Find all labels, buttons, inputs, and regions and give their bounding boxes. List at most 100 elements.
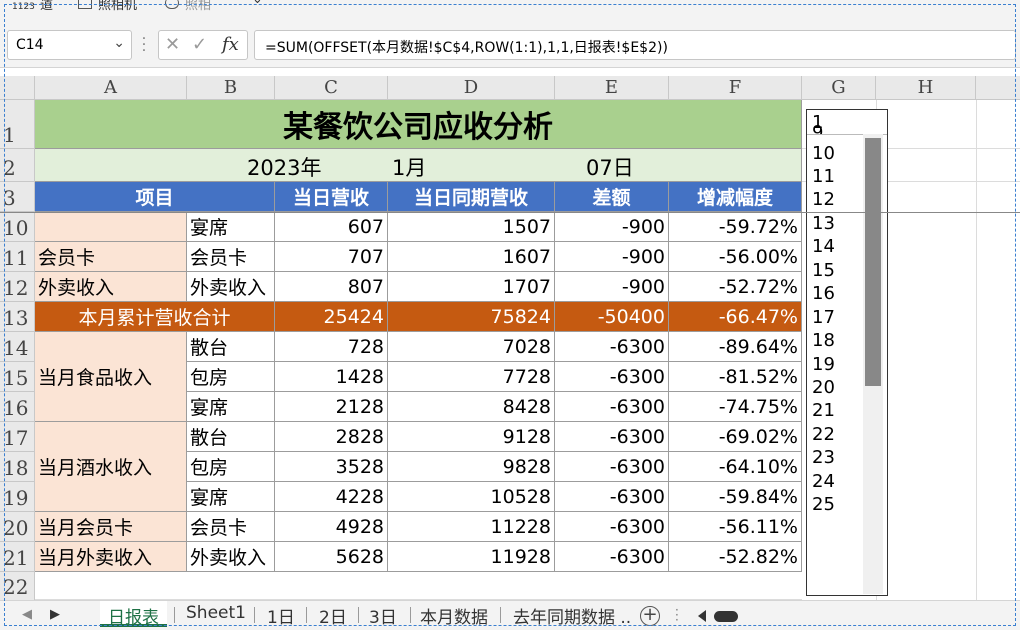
camera-icon[interactable]	[78, 0, 92, 9]
chevron-down-icon[interactable]: ⌄	[113, 35, 125, 51]
row14-change-rate[interactable]: -89.64%	[669, 332, 802, 362]
row20-change-rate[interactable]: -56.11%	[669, 512, 802, 542]
list-item[interactable]: 22	[812, 424, 835, 445]
row-header-16[interactable]: 16	[0, 392, 35, 422]
row11-prior-revenue[interactable]: 1607	[388, 242, 555, 272]
row-header-21[interactable]: 21	[0, 542, 35, 572]
row14-daily-revenue[interactable]: 728	[275, 332, 388, 362]
row10-daily-revenue[interactable]: 607	[275, 212, 388, 242]
row14-difference[interactable]: -6300	[555, 332, 669, 362]
row15-prior-revenue[interactable]: 7728	[388, 362, 555, 392]
tab-daily-report[interactable]: 日报表	[100, 601, 167, 628]
ribbon-label-camera-2[interactable]: 照相	[185, 0, 211, 13]
row-header-15[interactable]: 15	[0, 362, 35, 392]
list-item[interactable]: 12	[812, 189, 835, 210]
row-header-11[interactable]: 11	[0, 242, 35, 272]
list-scroll-thumb[interactable]	[865, 138, 881, 386]
tab-scroll-left-icon[interactable]: ◀	[22, 607, 32, 622]
list-item[interactable]: 17	[812, 307, 835, 328]
row-header-22[interactable]: 22	[0, 572, 35, 600]
list-item[interactable]: 9	[812, 122, 823, 134]
row21-subitem[interactable]: 外卖收入	[187, 542, 275, 572]
column-header-h[interactable]: H	[876, 76, 976, 100]
row-header-14[interactable]: 14	[0, 332, 35, 362]
horizontal-scroll-thumb[interactable]	[714, 611, 738, 622]
list-item[interactable]: 10	[812, 143, 835, 164]
row17-prior-revenue[interactable]: 9128	[388, 422, 555, 452]
row14-prior-revenue[interactable]: 7028	[388, 332, 555, 362]
ribbon-label-dao[interactable]: 道	[40, 0, 53, 13]
cancel-icon[interactable]: ✕	[165, 34, 180, 55]
list-item[interactable]: 25	[812, 494, 835, 515]
add-sheet-icon[interactable]: +	[640, 606, 660, 626]
row-header-17[interactable]: 17	[0, 422, 35, 452]
row19-subitem[interactable]: 宴席	[187, 482, 275, 512]
row12-subitem[interactable]: 外卖收入	[187, 272, 275, 302]
report-title[interactable]: 某餐饮公司应收分析	[35, 100, 802, 149]
drag-handle-icon[interactable]: · · ·	[140, 32, 148, 58]
header-daily-revenue[interactable]: 当日营收	[275, 182, 388, 212]
monthly-total-daily-revenue[interactable]: 25424	[275, 302, 388, 332]
row15-difference[interactable]: -6300	[555, 362, 669, 392]
food-income-label[interactable]: 当月食品收入	[35, 332, 187, 422]
row10-subitem[interactable]: 宴席	[187, 212, 275, 242]
row12-item[interactable]: 外卖收入	[35, 272, 187, 302]
column-header-f[interactable]: F	[669, 76, 802, 100]
list-item[interactable]: 19	[812, 354, 835, 375]
list-item[interactable]: 23	[812, 447, 835, 468]
row19-difference[interactable]: -6300	[555, 482, 669, 512]
header-prior-year-revenue[interactable]: 当日同期营收	[388, 182, 555, 212]
row21-difference[interactable]: -6300	[555, 542, 669, 572]
beverage-income-label[interactable]: 当月酒水收入	[35, 422, 187, 512]
column-header-a[interactable]: A	[35, 76, 187, 100]
tab-scroll-right-icon[interactable]: ▶	[50, 607, 60, 622]
monthly-total-change-rate[interactable]: -66.47%	[669, 302, 802, 332]
list-item[interactable]: 15	[812, 260, 835, 281]
list-item[interactable]: 20	[812, 377, 835, 398]
insert-function-icon[interactable]: fx	[222, 34, 239, 55]
ribbon-label-camera[interactable]: 照相机	[98, 0, 137, 13]
brush-icon[interactable]	[165, 0, 179, 9]
row-header-2[interactable]: 2	[0, 149, 35, 182]
drag-handle-icon[interactable]: · · ·	[675, 604, 681, 626]
row16-difference[interactable]: -6300	[555, 392, 669, 422]
column-header-e[interactable]: E	[555, 76, 669, 100]
row14-subitem[interactable]: 散台	[187, 332, 275, 362]
row11-change-rate[interactable]: -56.00%	[669, 242, 802, 272]
monthly-total-prior-revenue[interactable]: 75824	[388, 302, 555, 332]
row17-change-rate[interactable]: -69.02%	[669, 422, 802, 452]
row18-daily-revenue[interactable]: 3528	[275, 452, 388, 482]
row19-change-rate[interactable]: -59.84%	[669, 482, 802, 512]
row10-difference[interactable]: -900	[555, 212, 669, 242]
row-header-20[interactable]: 20	[0, 512, 35, 542]
row19-prior-revenue[interactable]: 10528	[388, 482, 555, 512]
header-change-rate[interactable]: 增减幅度	[669, 182, 802, 212]
row15-subitem[interactable]: 包房	[187, 362, 275, 392]
row-header-19[interactable]: 19	[0, 482, 35, 512]
list-item[interactable]: 18	[812, 330, 835, 351]
column-header-c[interactable]: C	[275, 76, 388, 100]
row11-item[interactable]: 会员卡	[35, 242, 187, 272]
row-header-10[interactable]: 10	[0, 212, 35, 242]
row12-prior-revenue[interactable]: 1707	[388, 272, 555, 302]
row18-change-rate[interactable]: -64.10%	[669, 452, 802, 482]
column-header-d[interactable]: D	[388, 76, 555, 100]
list-item[interactable]: 16	[812, 283, 835, 304]
tab-day-3[interactable]: 3日	[361, 601, 405, 628]
row11-daily-revenue[interactable]: 707	[275, 242, 388, 272]
list-item[interactable]: 24	[812, 471, 835, 492]
row16-daily-revenue[interactable]: 2128	[275, 392, 388, 422]
tab-day-2[interactable]: 2日	[311, 601, 355, 628]
scroll-left-icon[interactable]	[698, 610, 706, 622]
row21-daily-revenue[interactable]: 5628	[275, 542, 388, 572]
monthly-total-label[interactable]: 本月累计营收合计	[35, 302, 275, 332]
row-header-3[interactable]: 3	[0, 182, 35, 212]
confirm-icon[interactable]: ✓	[192, 34, 207, 55]
row18-prior-revenue[interactable]: 9828	[388, 452, 555, 482]
row17-subitem[interactable]: 散台	[187, 422, 275, 452]
row12-change-rate[interactable]: -52.72%	[669, 272, 802, 302]
row20-subitem[interactable]: 会员卡	[187, 512, 275, 542]
row-header-12[interactable]: 12	[0, 272, 35, 302]
select-all-corner[interactable]	[0, 76, 35, 100]
header-item[interactable]: 项目	[35, 182, 275, 212]
